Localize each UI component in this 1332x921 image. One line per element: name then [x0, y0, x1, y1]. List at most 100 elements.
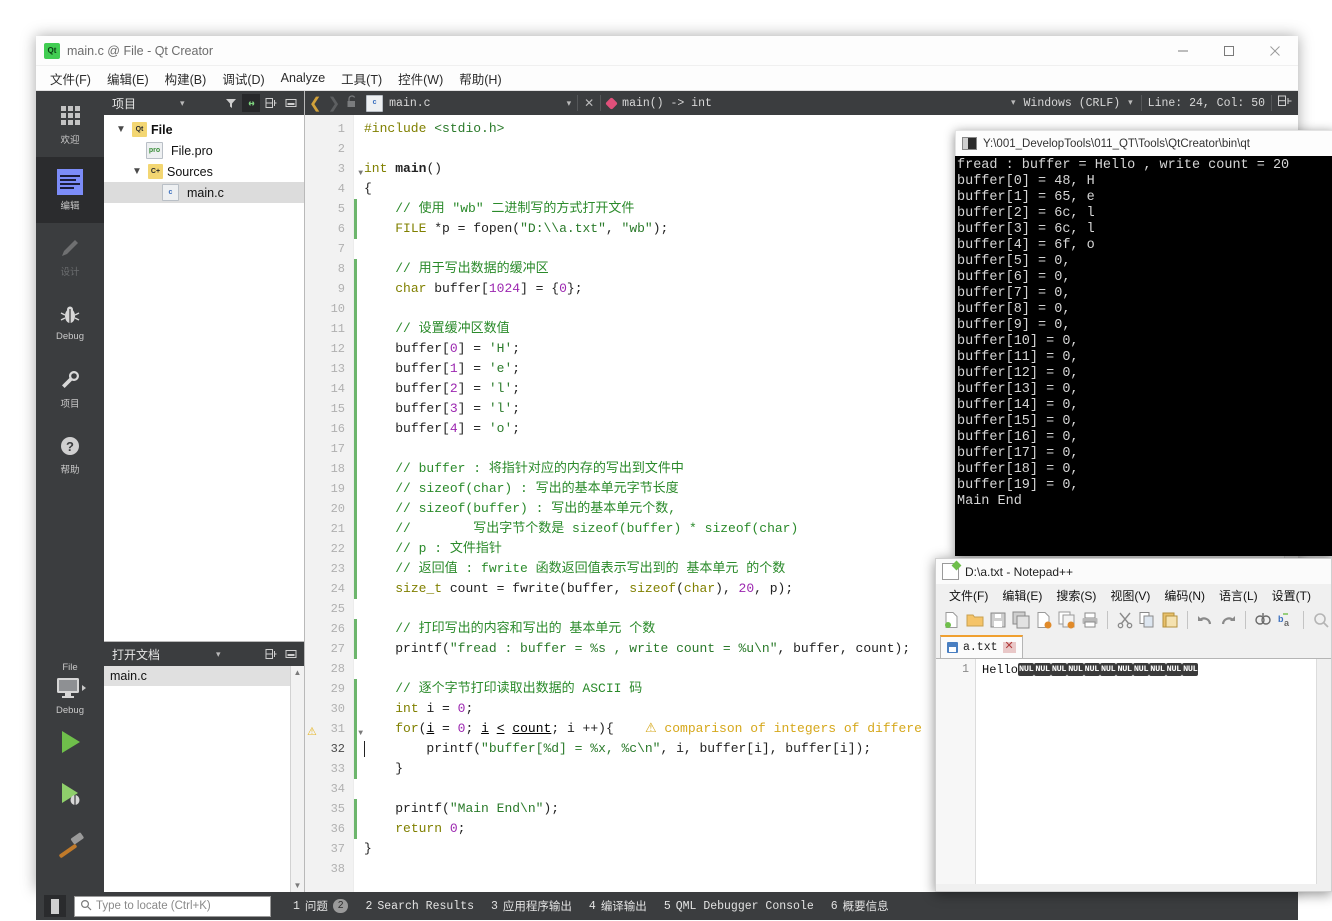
output-tab-qml-debugger-console[interactable]: 5 QML Debugger Console [664, 900, 814, 913]
nul-marker: NUL [1182, 663, 1199, 677]
npp-menu-settings[interactable]: 设置(T) [1265, 585, 1318, 606]
tree-item-file-pro[interactable]: pro File.pro [104, 140, 304, 161]
open-file-icon[interactable] [965, 610, 985, 630]
mode-debug[interactable]: Debug [36, 289, 104, 355]
save-icon[interactable] [988, 610, 1008, 630]
maximize-icon[interactable] [1206, 36, 1252, 65]
close-document-icon[interactable]: ✕ [584, 96, 594, 110]
close-pane-icon[interactable] [282, 94, 300, 112]
chevron-down-icon[interactable]: ▼ [130, 166, 144, 177]
chevron-down-icon[interactable]: ▾ [216, 649, 221, 660]
close-all-icon[interactable] [1057, 610, 1077, 630]
line-number: ⚠ 31 ▼ [305, 719, 363, 739]
symbol-label: main() -> int [622, 96, 712, 110]
replace-icon[interactable]: ba [1276, 610, 1296, 630]
close-file-icon[interactable] [1034, 610, 1054, 630]
mode-design[interactable]: 设计 [36, 223, 104, 289]
menu-edit[interactable]: 编辑(E) [99, 66, 157, 91]
notepad-content[interactable]: HelloNUL NUL NUL NUL NUL NUL NUL NUL NUL NUL NUL [976, 659, 1331, 884]
debug-run-button[interactable] [36, 768, 104, 820]
mode-edit[interactable]: 编辑 [36, 157, 104, 223]
scroll-down-icon[interactable]: ▼ [291, 879, 304, 892]
locator-input[interactable]: Type to locate (Ctrl+K) [74, 895, 271, 917]
menu-analyze[interactable]: Analyze [273, 68, 333, 88]
tree-item-file-project[interactable]: ▼ Qt File [104, 119, 304, 140]
symbol-selector[interactable]: main() -> int [605, 96, 712, 110]
paste-icon[interactable] [1160, 610, 1180, 630]
line-number-gutter: 1 2 3 ▼ 4 5 6 7 8 9 10 11 12 13 14 15 16 17 18 19 20 21 22 23 24… [305, 115, 363, 892]
output-tab-search-results[interactable]: 2 Search Results [365, 900, 474, 913]
output-tab-issues[interactable]: 1 问题 2 [293, 898, 349, 914]
line-number: 22 [330, 542, 345, 556]
menu-file[interactable]: 文件(F) [42, 66, 99, 91]
menu-widgets[interactable]: 控件(W) [390, 66, 451, 91]
menu-build[interactable]: 构建(B) [157, 66, 215, 91]
close-tab-icon[interactable]: ✕ [1002, 642, 1016, 653]
tab-number: 4 [588, 899, 596, 913]
npp-menu-file[interactable]: 文件(F) [942, 585, 995, 606]
chevron-down-icon[interactable]: ▼ [114, 124, 128, 135]
mode-help[interactable]: ? 帮助 [36, 421, 104, 487]
toolbar-separator [1106, 611, 1108, 629]
new-file-icon[interactable] [942, 610, 962, 630]
back-arrow-icon[interactable]: ❮ [309, 94, 322, 112]
minimize-icon[interactable] [1160, 36, 1206, 65]
npp-menu-edit[interactable]: 编辑(E) [995, 585, 1049, 606]
line-number: 13 [330, 362, 345, 376]
zoom-in-icon[interactable] [1311, 610, 1331, 630]
forward-arrow-icon[interactable]: ❯ [328, 94, 341, 112]
chevron-down-icon[interactable]: ▾ [180, 98, 185, 109]
npp-menu-language[interactable]: 语言(L) [1212, 585, 1265, 606]
find-icon[interactable] [1253, 610, 1273, 630]
notepad-editor[interactable]: 1 HelloNUL NUL NUL NUL NUL NUL NUL NUL NUL NUL NUL [936, 658, 1331, 884]
filter-icon[interactable] [222, 94, 240, 112]
chevron-down-icon[interactable]: ▾ [567, 98, 572, 109]
tree-item-sources[interactable]: ▼ C+ Sources [104, 161, 304, 182]
redo-icon[interactable] [1218, 610, 1238, 630]
npp-menu-encoding[interactable]: 编码(N) [1157, 585, 1212, 606]
kit-selector[interactable]: File Debug [36, 662, 104, 716]
mode-projects[interactable]: 项目 [36, 355, 104, 421]
split-editor-icon[interactable] [1278, 95, 1292, 111]
line-ending-label[interactable]: Windows (CRLF) [1024, 97, 1121, 110]
build-button[interactable] [36, 820, 104, 872]
unlock-icon[interactable] [346, 95, 358, 111]
notepad-tab-a-txt[interactable]: a.txt ✕ [940, 635, 1023, 658]
menu-tools[interactable]: 工具(T) [333, 66, 390, 91]
chevron-down-icon[interactable]: ▾ [1011, 98, 1016, 108]
close-icon[interactable] [1252, 36, 1298, 65]
output-tab-compile-output[interactable]: 4 编译输出 [588, 898, 647, 915]
split-icon[interactable] [262, 94, 280, 112]
copy-icon[interactable] [1138, 610, 1158, 630]
split-icon[interactable] [262, 645, 280, 663]
npp-menu-search[interactable]: 搜索(S) [1049, 585, 1103, 606]
output-tab-application-output[interactable]: 3 应用程序输出 [491, 898, 572, 915]
editor-file-selector[interactable]: c main.c [362, 94, 431, 112]
save-all-icon[interactable] [1011, 610, 1031, 630]
run-button[interactable] [36, 716, 104, 768]
block-indicator [354, 539, 357, 559]
link-icon[interactable] [242, 94, 260, 112]
tree-item-main-c[interactable]: c main.c [104, 182, 304, 203]
toggle-sidebar-icon[interactable] [44, 895, 66, 917]
npp-menu-view[interactable]: 视图(V) [1103, 585, 1157, 606]
tab-label: 问题 [304, 901, 328, 914]
close-pane-icon[interactable] [282, 645, 300, 663]
mode-welcome[interactable]: 欢迎 [36, 91, 104, 157]
line-number: 17 [330, 442, 345, 456]
chevron-down-icon[interactable]: ▾ [1128, 98, 1133, 108]
undo-icon[interactable] [1195, 610, 1215, 630]
menu-debug[interactable]: 调试(D) [214, 66, 272, 91]
print-icon[interactable] [1080, 610, 1100, 630]
line-number: 32 [330, 742, 345, 756]
pro-file-icon: pro [146, 142, 163, 159]
open-documents-scrollbar[interactable]: ▲ ▼ [290, 666, 304, 892]
line-number: 12 [330, 342, 345, 356]
output-tab-general-messages[interactable]: 6 概要信息 [831, 898, 889, 915]
menu-help[interactable]: 帮助(H) [451, 66, 509, 91]
function-symbol-icon [605, 96, 619, 110]
notepad-scrollbar[interactable] [1316, 659, 1331, 884]
open-document-item[interactable]: main.c [104, 666, 304, 686]
cut-icon[interactable] [1115, 610, 1135, 630]
scroll-up-icon[interactable]: ▲ [291, 666, 304, 679]
